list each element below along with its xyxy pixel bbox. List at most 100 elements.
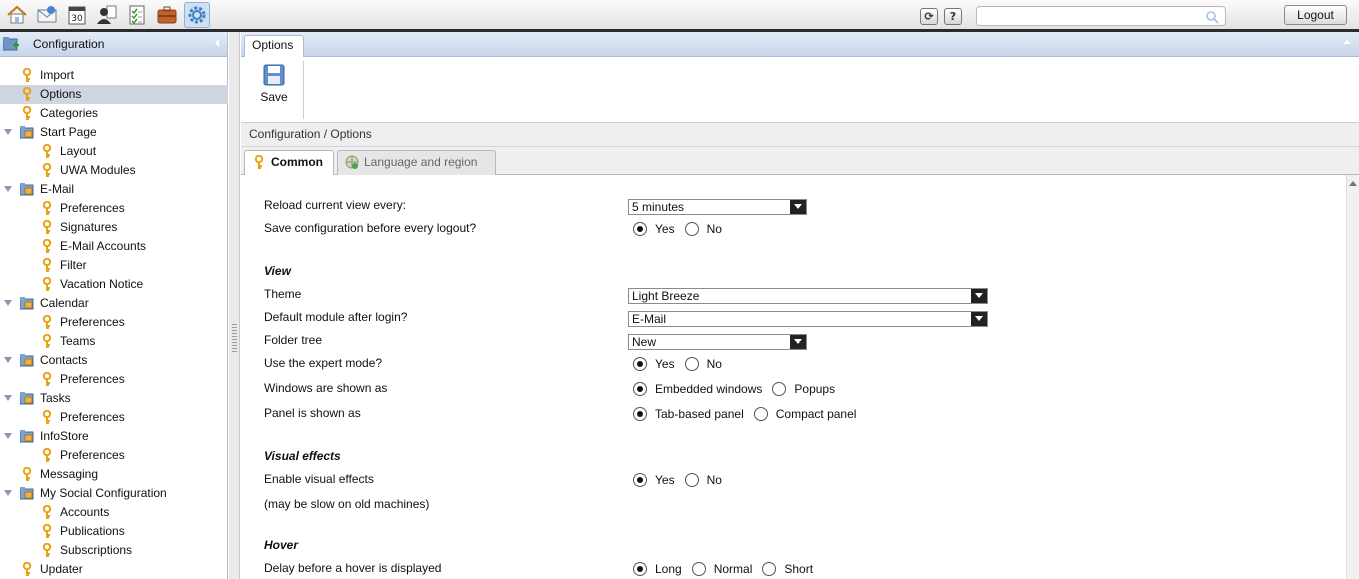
sidebar-item-e-mail-accounts[interactable]: E-Mail Accounts bbox=[0, 237, 228, 256]
panel-shown-radio-tab-based-panel[interactable]: Tab-based panel bbox=[633, 406, 744, 422]
save-config-radios: Yes No bbox=[633, 221, 732, 237]
expert-mode-radio-no[interactable]: No bbox=[684, 356, 722, 372]
calendar-app-button[interactable]: 30 bbox=[64, 2, 90, 28]
panel-shown-radio-compact-panel[interactable]: Compact panel bbox=[753, 406, 856, 422]
expert-mode-radio-yes[interactable]: Yes bbox=[633, 356, 675, 372]
tab-language-and-region[interactable]: Language and region bbox=[337, 150, 496, 175]
module-folder-icon bbox=[20, 354, 34, 367]
sidebar-item-subscriptions[interactable]: Subscriptions bbox=[0, 541, 228, 560]
theme-select[interactable]: Light Breeze bbox=[628, 288, 988, 304]
sidebar-item-preferences[interactable]: Preferences bbox=[0, 446, 228, 465]
key-icon bbox=[42, 448, 52, 462]
key-icon bbox=[22, 106, 32, 120]
tasks-app-button[interactable] bbox=[124, 2, 150, 28]
key-icon bbox=[254, 155, 264, 169]
configuration-gear-icon bbox=[188, 6, 206, 24]
mail-app-button[interactable] bbox=[34, 2, 60, 28]
sidebar-item-uwa-modules[interactable]: UWA Modules bbox=[0, 161, 228, 180]
breadcrumb-bar: Configuration / Options bbox=[241, 123, 1359, 147]
sidebar-item-layout[interactable]: Layout bbox=[0, 142, 228, 161]
help-button[interactable]: ? bbox=[944, 8, 962, 25]
content-scrollbar[interactable] bbox=[1346, 175, 1359, 579]
default-module-select[interactable]: E-Mail bbox=[628, 311, 988, 327]
scroll-up-icon[interactable] bbox=[1349, 181, 1357, 186]
infostore-app-button[interactable] bbox=[154, 2, 180, 28]
sidebar-item-infostore[interactable]: InfoStore bbox=[0, 427, 228, 446]
sidebar-item-accounts[interactable]: Accounts bbox=[0, 503, 228, 522]
folder-tree-label: Folder tree bbox=[264, 333, 323, 347]
expand-triangle-icon[interactable] bbox=[4, 129, 12, 135]
hover-delay-radio-long[interactable]: Long bbox=[633, 561, 682, 577]
sidebar-item-preferences[interactable]: Preferences bbox=[0, 313, 228, 332]
module-folder-icon bbox=[20, 392, 34, 405]
reload-select-value: 5 minutes bbox=[632, 200, 685, 214]
key-icon bbox=[42, 543, 52, 557]
sidebar-item-contacts[interactable]: Contacts bbox=[0, 351, 228, 370]
sidebar-item-messaging[interactable]: Messaging bbox=[0, 465, 228, 484]
sidebar-item-preferences[interactable]: Preferences bbox=[0, 199, 228, 218]
sidebar-item-categories[interactable]: Categories bbox=[0, 104, 228, 123]
hover-delay-radio-short[interactable]: Short bbox=[762, 561, 813, 577]
sidebar-item-options[interactable]: Options bbox=[0, 85, 228, 104]
save-label: Save bbox=[260, 90, 288, 104]
search-input[interactable] bbox=[976, 6, 1226, 26]
search-icon bbox=[1206, 11, 1219, 24]
hover-heading: Hover bbox=[264, 538, 299, 552]
logout-button[interactable]: Logout bbox=[1284, 5, 1347, 25]
sidebar-item-publications[interactable]: Publications bbox=[0, 522, 228, 541]
reload-select[interactable]: 5 minutes bbox=[628, 199, 807, 215]
toolbar: Save bbox=[241, 57, 1359, 123]
windows-shown-radio-popups[interactable]: Popups bbox=[772, 381, 835, 397]
expand-triangle-icon[interactable] bbox=[4, 490, 12, 496]
visual-effects-radio-no[interactable]: No bbox=[684, 472, 722, 488]
sidebar-item-my-social-configuration[interactable]: My Social Configuration bbox=[0, 484, 228, 503]
key-icon bbox=[42, 505, 52, 519]
sidebar-item-label: Subscriptions bbox=[60, 543, 133, 557]
expand-triangle-icon[interactable] bbox=[4, 300, 12, 306]
sidebar-item-teams[interactable]: Teams bbox=[0, 332, 228, 351]
contacts-app-button[interactable] bbox=[94, 2, 120, 28]
tab-options[interactable]: Options bbox=[244, 35, 304, 57]
module-folder-icon bbox=[20, 430, 34, 443]
sidebar: Configuration Import Options Categories Sta… bbox=[0, 32, 228, 579]
save-button[interactable]: Save bbox=[251, 61, 297, 113]
sidebar-item-tasks[interactable]: Tasks bbox=[0, 389, 228, 408]
sidebar-item-e-mail[interactable]: E-Mail bbox=[0, 180, 228, 199]
expand-triangle-icon[interactable] bbox=[4, 395, 12, 401]
calendar-icon-day: 30 bbox=[71, 14, 83, 24]
sidebar-item-vacation-notice[interactable]: Vacation Notice bbox=[0, 275, 228, 294]
sidebar-collapse-icon[interactable] bbox=[215, 39, 219, 47]
sidebar-item-label: Tasks bbox=[40, 391, 71, 405]
sidebar-item-calendar[interactable]: Calendar bbox=[0, 294, 228, 313]
chevron-down-icon bbox=[790, 335, 806, 349]
home-app-button[interactable] bbox=[4, 2, 30, 28]
sidebar-item-label: Preferences bbox=[60, 315, 125, 329]
refresh-button[interactable]: ⟳ bbox=[920, 8, 938, 25]
sidebar-splitter[interactable] bbox=[229, 32, 240, 579]
sidebar-item-start-page[interactable]: Start Page bbox=[0, 123, 228, 142]
collapse-up-icon[interactable] bbox=[1343, 40, 1351, 44]
expand-triangle-icon[interactable] bbox=[4, 186, 12, 192]
sidebar-item-import[interactable]: Import bbox=[0, 66, 228, 85]
sidebar-item-preferences[interactable]: Preferences bbox=[0, 408, 228, 427]
configuration-app-button[interactable] bbox=[184, 2, 210, 28]
expert-mode-label: Use the expert mode? bbox=[264, 356, 383, 370]
save-config-radio-no[interactable]: No bbox=[684, 221, 722, 237]
sidebar-item-filter[interactable]: Filter bbox=[0, 256, 228, 275]
key-icon bbox=[42, 524, 52, 538]
sidebar-item-signatures[interactable]: Signatures bbox=[0, 218, 228, 237]
configuration-tree: Import Options Categories Start Page Layout U… bbox=[0, 66, 228, 579]
visual-effects-radio-yes[interactable]: Yes bbox=[633, 472, 675, 488]
expand-triangle-icon[interactable] bbox=[4, 433, 12, 439]
expand-triangle-icon[interactable] bbox=[4, 357, 12, 363]
save-config-radio-yes[interactable]: Yes bbox=[633, 221, 675, 237]
folder-tree-select[interactable]: New bbox=[628, 334, 807, 350]
splitter-grip-icon[interactable] bbox=[232, 324, 237, 352]
sidebar-item-preferences[interactable]: Preferences bbox=[0, 370, 228, 389]
hover-delay-radio-normal[interactable]: Normal bbox=[691, 561, 752, 577]
key-icon bbox=[22, 87, 32, 101]
key-icon bbox=[42, 372, 52, 386]
windows-shown-radio-embedded-windows[interactable]: Embedded windows bbox=[633, 381, 762, 397]
tab-common[interactable]: Common bbox=[244, 150, 334, 176]
sidebar-item-updater[interactable]: Updater bbox=[0, 560, 228, 579]
